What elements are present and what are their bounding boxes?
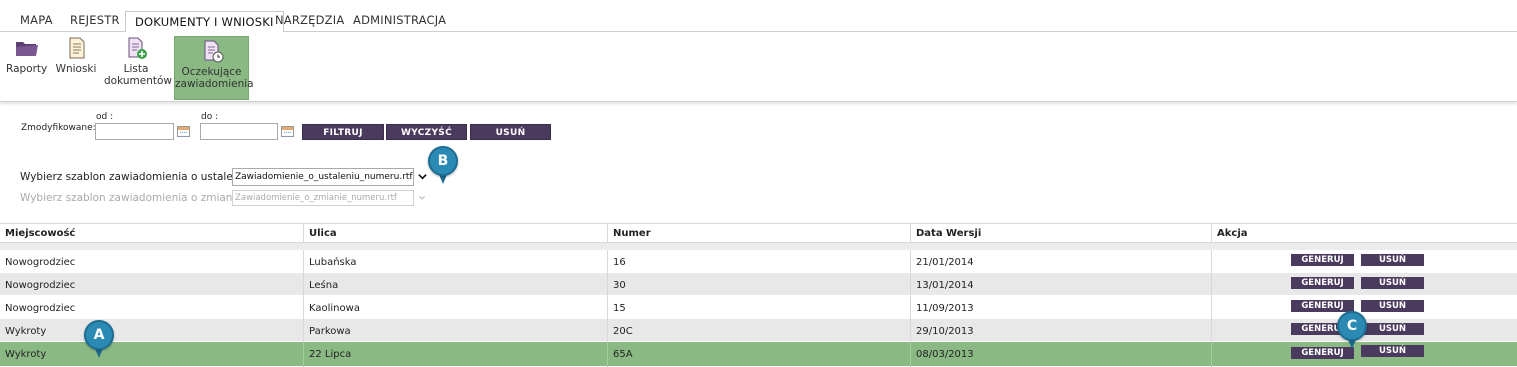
cell-ulica: Kaolinowa	[304, 296, 608, 319]
cell-ulica: Lubańska	[304, 250, 608, 273]
cell-numer: 20C	[608, 319, 911, 342]
cell-data-wersji: 08/03/2013	[911, 342, 1212, 367]
toolbar-lista-label-line2: dokumentów	[104, 75, 172, 87]
folder-icon	[16, 42, 38, 56]
date-to-input[interactable]	[200, 123, 278, 140]
cell-numer: 30	[608, 273, 911, 296]
clear-button[interactable]: WYCZYŚĆ	[386, 124, 467, 140]
cell-numer: 16	[608, 250, 911, 273]
chevron-down-icon[interactable]	[418, 194, 426, 201]
cell-numer: 15	[608, 296, 911, 319]
generate-button[interactable]: GENERUJ	[1291, 254, 1354, 266]
cell-ulica: Parkowa	[304, 319, 608, 342]
column-header-data-wersji[interactable]: Data Wersji	[911, 224, 1212, 244]
cell-data-wersji: 11/09/2013	[911, 296, 1212, 319]
tab-narzedzia[interactable]: NARZĘDZIA	[266, 8, 353, 32]
toolbar-oczekujace-zawiadomienia[interactable]: Oczekujące zawiadomienia	[174, 36, 254, 100]
table-row-selected[interactable]: Wykroty 22 Lipca 65A 08/03/2013 GENERUJ …	[0, 342, 1517, 367]
toolbar-raporty[interactable]: Raporty	[6, 36, 48, 75]
generate-button[interactable]: GENERUJ	[1291, 277, 1354, 289]
marker-b-label: B	[428, 146, 458, 176]
toolbar-lista-dokumentow[interactable]: Lista dokumentów	[104, 36, 172, 87]
marker-b: B	[428, 146, 458, 184]
template-change-text: Wybierz szablon zawiadomienia o zmianie	[20, 192, 242, 204]
table-row[interactable]: Nowogrodziec Lubańska 16 21/01/2014 GENE…	[0, 250, 1517, 273]
document-icon	[69, 37, 85, 59]
template-change-label: Wybierz szablon zawiadomienia o zmianie …	[20, 192, 264, 204]
column-header-ulica[interactable]: Ulica	[304, 224, 608, 244]
table-row[interactable]: Nowogrodziec Leśna 30 13/01/2014 GENERUJ…	[0, 273, 1517, 296]
cell-miejscowosc: Nowogrodziec	[0, 273, 304, 296]
toolbar-oczekujace-label-line2: zawiadomienia	[175, 78, 254, 90]
template-change-select[interactable]: Zawiadomienie_o_zmianie_numeru.rtf	[232, 190, 414, 206]
cell-miejscowosc: Wykroty	[0, 342, 304, 367]
toolbar-wnioski-label: Wnioski	[55, 63, 97, 75]
marker-a: A	[84, 320, 114, 358]
delete-filtered-button[interactable]: USUŃ	[470, 124, 551, 140]
tab-dokumenty-i-wnioski[interactable]: DOKUMENTY I WNIOSKI	[125, 11, 284, 33]
cell-miejscowosc: Nowogrodziec	[0, 250, 304, 273]
main-tabs: MAPA REJESTR DOKUMENTY I WNIOSKI NARZĘDZ…	[0, 0, 1517, 33]
document-add-icon	[128, 37, 147, 59]
toolbar-lista-label-line1: Lista	[123, 63, 149, 75]
delete-button[interactable]: USUŃ	[1361, 254, 1424, 266]
cell-ulica: 22 Lipca	[304, 342, 608, 367]
tab-administracja[interactable]: ADMINISTRACJA	[344, 8, 455, 32]
chevron-down-icon[interactable]	[418, 172, 427, 181]
cell-akcja: GENERUJ USUŃ	[1212, 273, 1517, 296]
delete-button[interactable]: USUŃ	[1361, 323, 1424, 335]
marker-c-label: C	[1337, 311, 1367, 341]
modified-label: Zmodyfikowane:	[21, 123, 96, 133]
template-established-text: Wybierz szablon zawiadomienia o ustaleni…	[20, 171, 250, 183]
delete-button[interactable]: USUŃ	[1361, 345, 1424, 357]
delete-button[interactable]: USUŃ	[1361, 300, 1424, 312]
cell-miejscowosc: Nowogrodziec	[0, 296, 304, 319]
cell-akcja: GENERUJ USUŃ	[1212, 250, 1517, 273]
column-header-miejscowosc[interactable]: Miejscowość	[0, 224, 304, 244]
date-from-input[interactable]	[95, 123, 174, 140]
toolbar-wnioski[interactable]: Wnioski	[55, 36, 97, 75]
cell-data-wersji: 29/10/2013	[911, 319, 1212, 342]
marker-c: C	[1337, 311, 1367, 349]
toolbar-oczekujace-label-line1: Oczekujące	[181, 66, 242, 78]
cell-data-wersji: 13/01/2014	[911, 273, 1212, 296]
toolbar-raporty-label: Raporty	[6, 63, 48, 75]
template-established-select[interactable]: Zawiadomienie_o_ustaleniu_numeru.rtf	[232, 168, 414, 186]
cell-data-wersji: 21/01/2014	[911, 250, 1212, 273]
column-header-numer[interactable]: Numer	[608, 224, 911, 244]
toolbar: Raporty Wnioski Lista dokumentów Oczekuj…	[0, 32, 1517, 102]
marker-a-label: A	[84, 320, 114, 350]
cell-ulica: Leśna	[304, 273, 608, 296]
table-header: Miejscowość Ulica Numer Data Wersji Akcj…	[0, 223, 1517, 244]
to-label: do :	[201, 112, 219, 122]
document-clock-icon	[204, 40, 223, 63]
filter-button[interactable]: FILTRUJ	[302, 124, 384, 140]
calendar-icon[interactable]	[177, 126, 190, 137]
cell-numer: 65A	[608, 342, 911, 367]
header-separator	[0, 243, 1517, 250]
delete-button[interactable]: USUŃ	[1361, 277, 1424, 289]
tab-rejestr[interactable]: REJESTR	[61, 8, 129, 32]
table-row[interactable]: Nowogrodziec Kaolinowa 15 11/09/2013 GEN…	[0, 296, 1517, 319]
tab-mapa[interactable]: MAPA	[11, 8, 62, 32]
template-established-label: Wybierz szablon zawiadomienia o ustaleni…	[20, 171, 265, 183]
calendar-icon[interactable]	[281, 126, 294, 137]
from-label: od :	[96, 112, 114, 122]
table-row[interactable]: Wykroty Parkowa 20C 29/10/2013 GENERUJ U…	[0, 319, 1517, 342]
column-header-akcja: Akcja	[1217, 228, 1248, 239]
cell-miejscowosc: Wykroty	[0, 319, 304, 342]
